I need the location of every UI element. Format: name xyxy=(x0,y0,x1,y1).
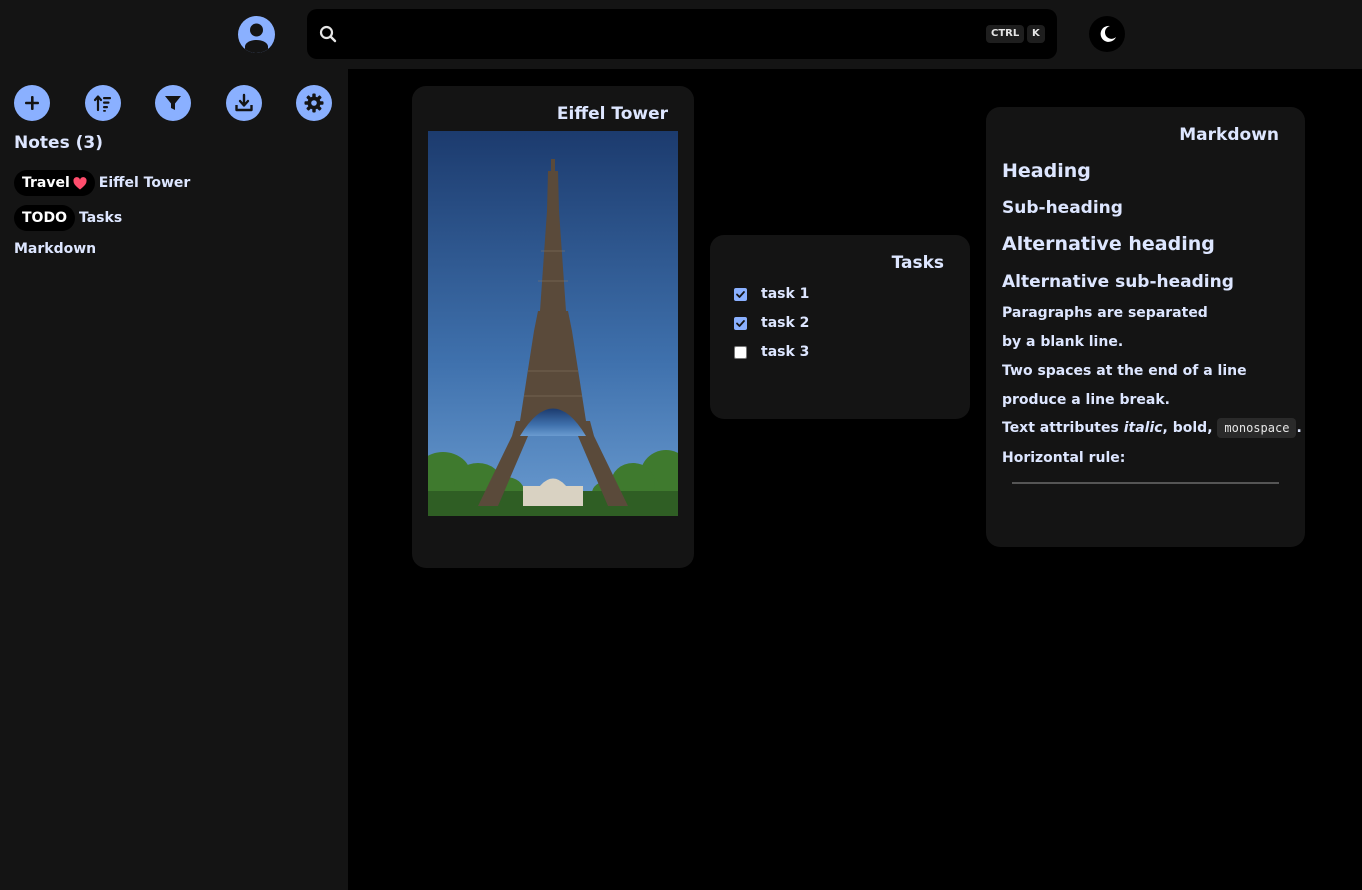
md-paragraph-line: produce a line break. xyxy=(1002,392,1170,408)
md-heading: Heading xyxy=(1002,160,1091,182)
check-icon xyxy=(736,319,745,327)
task-label: task 2 xyxy=(761,315,810,331)
md-alt-subheading: Alternative sub-heading xyxy=(1002,272,1234,292)
md-italic-text: italic xyxy=(1123,420,1163,436)
check-icon xyxy=(736,290,745,298)
note-card-markdown[interactable]: Markdown Heading Sub-heading Alternative… xyxy=(986,107,1305,547)
search-bar[interactable] xyxy=(307,9,1057,59)
filter-button[interactable] xyxy=(155,85,191,121)
plus-icon xyxy=(25,96,39,110)
md-paragraph-line: Two spaces at the end of a line xyxy=(1002,363,1247,379)
tag-travel[interactable]: Travel xyxy=(14,170,95,196)
md-subheading: Sub-heading xyxy=(1002,198,1123,218)
heart-icon xyxy=(73,176,87,189)
task-label: task 1 xyxy=(761,286,810,302)
card-title: Eiffel Tower xyxy=(556,104,668,124)
gear-icon xyxy=(304,93,324,113)
note-card-tasks[interactable]: Tasks task 1 task 2 task 3 xyxy=(710,235,970,419)
md-paragraph-line: by a blank line. xyxy=(1002,334,1124,350)
user-avatar-icon[interactable] xyxy=(238,16,275,53)
list-item[interactable]: Travel Eiffel Tower xyxy=(14,170,190,196)
sidebar: Notes (3) Travel Eiffel Tower TODO Tasks… xyxy=(0,69,348,890)
md-hr-label: Horizontal rule: xyxy=(1002,450,1126,466)
search-icon xyxy=(319,25,337,43)
task-checkbox[interactable] xyxy=(734,345,747,359)
download-button[interactable] xyxy=(226,85,262,121)
card-title: Tasks xyxy=(891,253,944,273)
task-checkbox[interactable] xyxy=(734,316,747,330)
tag-label: TODO xyxy=(22,210,67,226)
md-attrs-prefix: Text attributes xyxy=(1002,420,1124,436)
task-item[interactable]: task 1 xyxy=(734,286,809,302)
eiffel-tower-image xyxy=(428,131,678,516)
tag-todo[interactable]: TODO xyxy=(14,205,75,231)
list-item[interactable]: TODO Tasks xyxy=(14,205,122,231)
horizontal-rule xyxy=(1012,482,1279,484)
filter-icon xyxy=(165,96,181,110)
notes-title: Notes (3) xyxy=(14,133,103,153)
note-name[interactable]: Eiffel Tower xyxy=(99,175,191,191)
tag-label: Travel xyxy=(22,175,70,191)
list-item[interactable]: Markdown xyxy=(14,236,96,262)
note-name[interactable]: Markdown xyxy=(14,241,96,257)
note-name[interactable]: Tasks xyxy=(79,210,122,226)
sort-button[interactable] xyxy=(85,85,121,121)
md-paragraph-line: Paragraphs are separated xyxy=(1002,305,1208,321)
md-attrs-end: . xyxy=(1296,420,1302,436)
add-note-button[interactable] xyxy=(14,85,50,121)
md-attrs-mid: , bold, xyxy=(1162,420,1218,436)
md-alt-heading: Alternative heading xyxy=(1002,233,1215,255)
md-text-attributes: Text attributes italic, bold, monospace. xyxy=(1002,418,1302,438)
task-label: task 3 xyxy=(761,344,810,360)
settings-button[interactable] xyxy=(296,85,332,121)
download-icon xyxy=(235,93,253,112)
note-card-eiffel-tower[interactable]: Eiffel Tower xyxy=(412,86,694,568)
sort-icon xyxy=(93,95,111,112)
moon-icon xyxy=(1100,25,1116,42)
shortcut-key-ctrl: CTRL xyxy=(986,25,1025,43)
shortcut-key-k: K xyxy=(1027,25,1045,43)
top-bar: CTRL K xyxy=(0,0,1362,69)
search-input[interactable] xyxy=(351,17,971,51)
task-checkbox[interactable] xyxy=(734,287,747,301)
theme-toggle-button[interactable] xyxy=(1089,16,1125,52)
task-item[interactable]: task 3 xyxy=(734,344,809,360)
card-title: Markdown xyxy=(1179,125,1279,145)
md-monospace-text: monospace xyxy=(1217,418,1297,438)
task-item[interactable]: task 2 xyxy=(734,315,809,331)
